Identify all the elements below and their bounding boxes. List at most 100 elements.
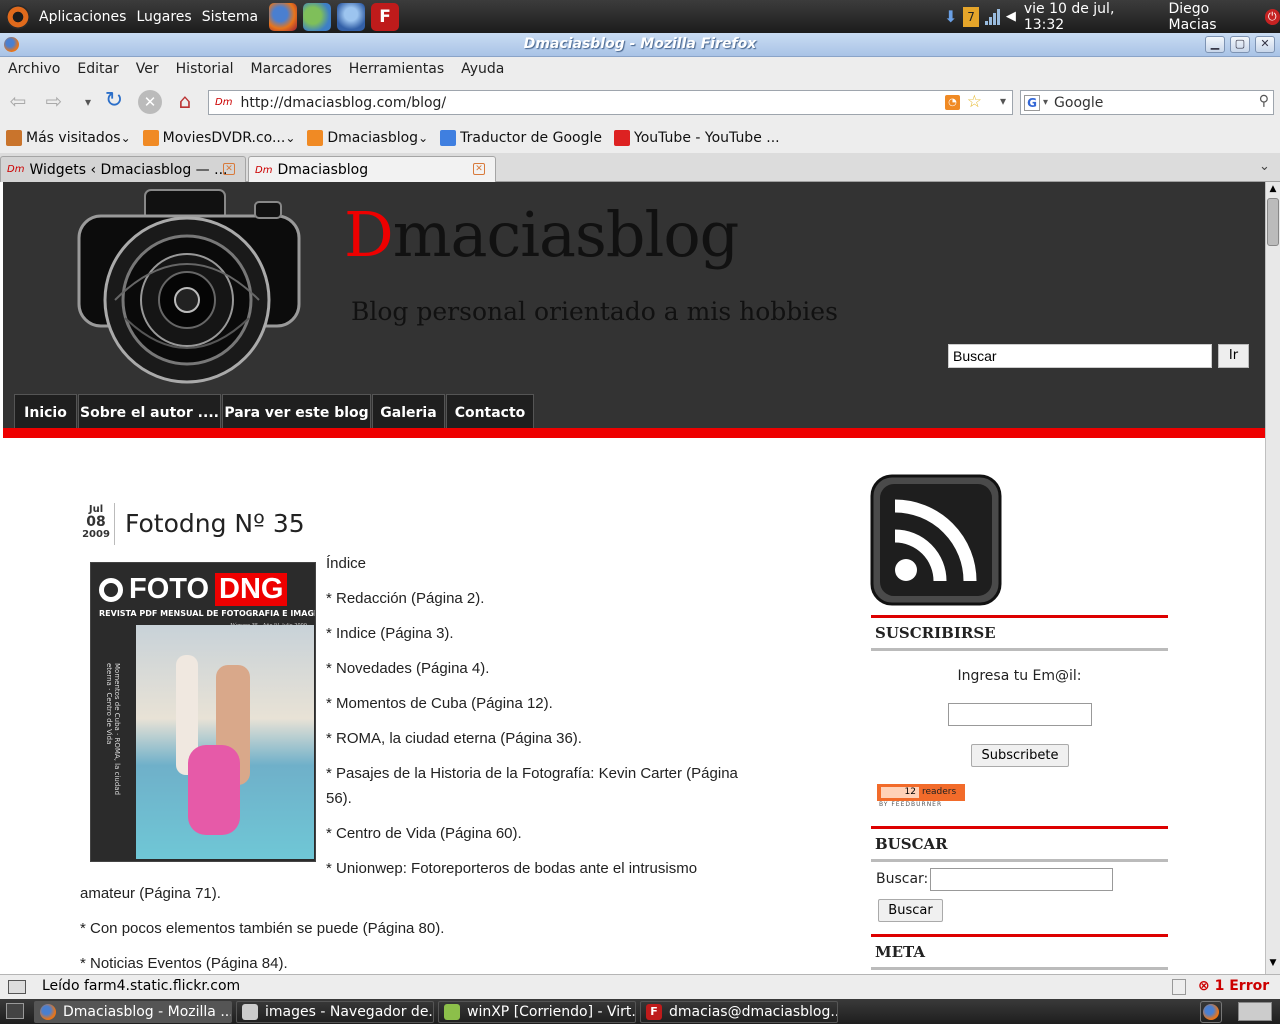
search-engine-label[interactable]: Google xyxy=(1054,95,1103,111)
tab-widgets[interactable]: Dm Widgets ‹ Dmaciasblog — ... ✕ xyxy=(0,156,246,182)
menu-aplicaciones[interactable]: Aplicaciones xyxy=(34,9,131,25)
feedburner-badge[interactable]: 12 readers BY FEEDBURNER xyxy=(877,784,965,809)
url-dropdown-icon[interactable]: ▾ xyxy=(1000,94,1006,108)
post-line: * Noticias Eventos (Página 84). xyxy=(80,955,288,972)
sidebar-search-button[interactable]: Buscar xyxy=(878,899,943,922)
page-icon[interactable] xyxy=(1172,979,1186,995)
menu-sistema[interactable]: Sistema xyxy=(197,9,263,25)
filezilla-launcher-icon[interactable]: F xyxy=(371,2,400,31)
menu-herramientas[interactable]: Herramientas xyxy=(341,61,453,77)
task-label: Dmaciasblog - Mozilla ... xyxy=(63,1004,232,1020)
cover-brand-dng: DNG xyxy=(215,573,288,606)
task-virtualbox[interactable]: winXP [Corriendo] - Virt... xyxy=(438,1001,636,1023)
firefox-launcher-icon[interactable] xyxy=(269,2,298,31)
error-count: 1 Error xyxy=(1214,978,1270,994)
show-desktop-icon[interactable] xyxy=(6,1003,24,1019)
blog-nav: Inicio Sobre el autor .... Para ver este… xyxy=(3,390,1265,430)
nav-galeria[interactable]: Galeria xyxy=(372,394,445,430)
scroll-thumb[interactable] xyxy=(1267,198,1279,246)
engine-dropdown-icon[interactable]: ▾ xyxy=(1043,97,1048,108)
ubuntu-logo-icon[interactable] xyxy=(6,4,30,29)
menu-lugares[interactable]: Lugares xyxy=(131,9,196,25)
stop-icon[interactable]: ✕ xyxy=(138,90,162,114)
bookmark-star-icon[interactable]: ☆ xyxy=(967,92,982,112)
rss-feed-icon[interactable]: ◔ xyxy=(945,95,960,110)
vertical-scrollbar[interactable]: ▲ ▼ xyxy=(1265,182,1280,974)
virtualbox-icon xyxy=(444,1004,460,1020)
error-icon: ⊗ xyxy=(1198,978,1210,994)
post-line: * Con pocos elementos también se puede (… xyxy=(80,920,445,937)
rss-big-icon[interactable] xyxy=(870,474,1002,606)
task-firefox[interactable]: Dmaciasblog - Mozilla ... xyxy=(34,1001,232,1023)
bookmark-item[interactable]: YouTube - YouTube ... xyxy=(614,130,780,146)
scroll-down-icon[interactable]: ▼ xyxy=(1267,958,1279,970)
pidgin-launcher-icon[interactable] xyxy=(303,2,332,31)
download-arrow-icon[interactable]: ⬇ xyxy=(944,7,957,26)
window-title: Dmaciasblog - Mozilla Firefox xyxy=(523,36,757,52)
menu-ayuda[interactable]: Ayuda xyxy=(453,61,513,77)
bookmark-item[interactable]: MoviesDVDR.co... ⌄ xyxy=(142,130,295,146)
workspace-switcher[interactable] xyxy=(1238,1002,1272,1021)
minimize-button[interactable]: ▁ xyxy=(1205,36,1225,53)
back-icon[interactable]: ⇦ xyxy=(6,90,30,114)
magnifier-icon[interactable]: ⚲ xyxy=(1259,93,1269,109)
url-text[interactable]: http://dmaciasblog.com/blog/ xyxy=(240,95,446,111)
google-engine-icon[interactable]: G xyxy=(1024,94,1040,111)
blog-title-rest[interactable]: maciasblog xyxy=(393,198,740,271)
sidebar-search-input[interactable] xyxy=(930,868,1113,891)
nav-contacto[interactable]: Contacto xyxy=(446,394,534,430)
nav-inicio[interactable]: Inicio xyxy=(14,394,77,430)
task-filezilla[interactable]: F dmacias@dmaciasblog.... xyxy=(640,1001,838,1023)
email-input[interactable] xyxy=(948,703,1092,726)
tray-firefox-icon[interactable] xyxy=(1200,1001,1222,1023)
home-icon[interactable]: ⌂ xyxy=(173,90,197,114)
header-search-input[interactable] xyxy=(948,344,1212,368)
bookmark-item[interactable]: Dmaciasblog ⌄ xyxy=(307,130,428,146)
folder-icon xyxy=(242,1004,258,1020)
search-bar[interactable]: G ▾ Google ⚲ xyxy=(1020,90,1274,115)
reload-icon[interactable]: ↻ xyxy=(102,90,126,114)
bookmarks-icon xyxy=(6,130,22,146)
tab-list-chevron-icon[interactable]: ⌄ xyxy=(1259,159,1270,174)
close-tab-icon[interactable]: ✕ xyxy=(473,163,485,175)
maximize-button[interactable]: ▢ xyxy=(1230,36,1250,53)
tab-favicon: Dm xyxy=(7,164,25,175)
shutdown-icon[interactable]: ⏻ xyxy=(1264,8,1280,25)
scroll-up-icon[interactable]: ▲ xyxy=(1267,184,1279,196)
close-button[interactable]: ✕ xyxy=(1255,36,1275,53)
network-signal-icon[interactable] xyxy=(984,8,1000,25)
close-tab-icon[interactable]: ✕ xyxy=(223,163,235,175)
nav-para-ver-este-blog[interactable]: Para ver este blog xyxy=(222,394,371,430)
blog-tagline: Blog personal orientado a mis hobbies xyxy=(351,297,838,326)
tab-dmaciasblog[interactable]: Dm Dmaciasblog ✕ xyxy=(248,156,496,183)
error-indicator[interactable]: ⊗ 1 Error xyxy=(1198,978,1269,994)
screen-icon[interactable] xyxy=(8,980,26,994)
nav-sobre-el-autor[interactable]: Sobre el autor .... xyxy=(78,394,221,430)
menu-marcadores[interactable]: Marcadores xyxy=(243,61,341,77)
bookmark-item[interactable]: Más visitados ⌄ xyxy=(6,130,131,146)
menu-editar[interactable]: Editar xyxy=(69,61,127,77)
magazine-cover-image[interactable]: FOTO DNG REVISTA PDF MENSUAL DE FOTOGRAF… xyxy=(90,562,316,862)
subscribe-button[interactable]: Subscribete xyxy=(971,744,1069,767)
url-bar[interactable]: Dm http://dmaciasblog.com/blog/ ◔ ☆ ▾ xyxy=(208,90,1013,115)
history-dropdown-icon[interactable]: ▾ xyxy=(76,90,100,114)
post-title[interactable]: Fotodng Nº 35 xyxy=(125,509,305,538)
cover-logo: FOTO DNG xyxy=(99,573,288,606)
menu-ver[interactable]: Ver xyxy=(128,61,168,77)
bottom-taskbar: Dmaciasblog - Mozilla ... images - Naveg… xyxy=(0,999,1280,1024)
volume-icon[interactable]: ◀︎ xyxy=(1006,9,1016,24)
bookmark-item[interactable]: Traductor de Google xyxy=(440,130,602,146)
forward-icon[interactable]: ⇨ xyxy=(42,90,66,114)
clock[interactable]: vie 10 de jul, 13:32 xyxy=(1024,1,1155,33)
task-nautilus[interactable]: images - Navegador de... xyxy=(236,1001,434,1023)
menu-historial[interactable]: Historial xyxy=(168,61,243,77)
update-notifier-icon[interactable]: 7 xyxy=(963,6,979,27)
blog-title[interactable]: Dmaciasblog xyxy=(344,198,740,271)
blog-title-initial[interactable]: D xyxy=(344,198,394,271)
status-bar: Leído farm4.static.flickr.com ⊗ 1 Error xyxy=(0,974,1280,999)
post-line: * Centro de Vida (Página 60). xyxy=(326,825,522,842)
menu-archivo[interactable]: Archivo xyxy=(0,61,69,77)
user-name[interactable]: Diego Macias xyxy=(1168,1,1258,33)
thunderbird-launcher-icon[interactable] xyxy=(337,2,366,31)
header-search-button[interactable]: Ir xyxy=(1218,344,1249,368)
